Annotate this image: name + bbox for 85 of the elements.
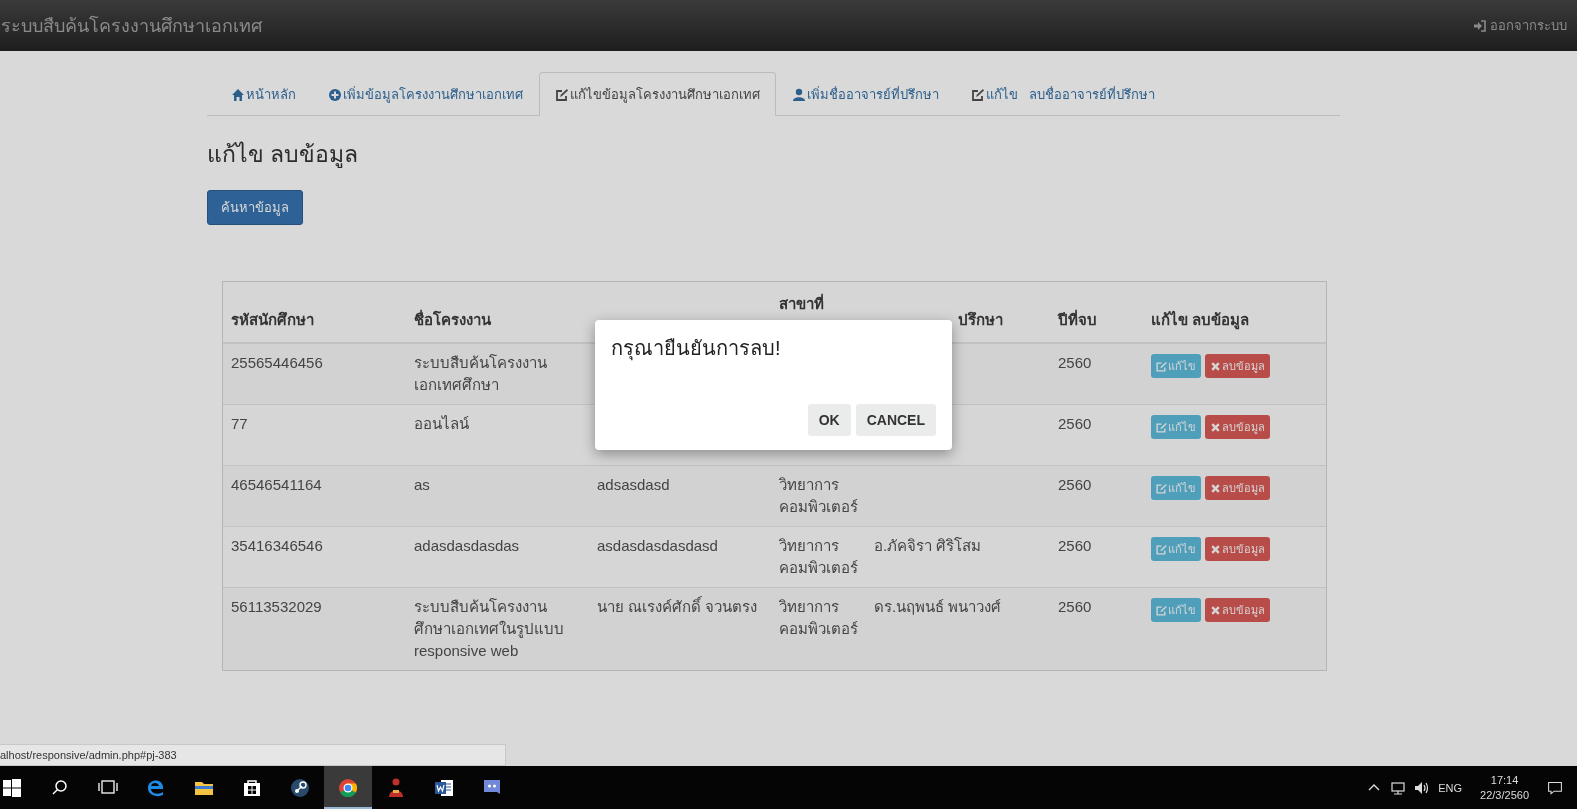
browser-e-icon — [147, 780, 163, 796]
chat-bubble-icon — [484, 779, 500, 794]
edit-button[interactable]: แก้ไข — [1151, 537, 1201, 561]
table-cell-text: 2560 — [1058, 536, 1093, 556]
table-cell-text: 46546541164 — [231, 475, 323, 495]
nav-tab[interactable]: แก้ไข ลบชื่ออาจารย์ที่ปรึกษา — [955, 72, 1171, 116]
table-cell-text: อ.ภัคจิรา ศิริโสม — [874, 536, 983, 556]
notification-icon[interactable] — [1547, 779, 1563, 796]
logout-link[interactable]: ออกจากระบบ — [1473, 15, 1567, 36]
taskbar-app[interactable] — [324, 766, 372, 809]
edit-icon — [1156, 604, 1167, 616]
table-cell-text: 56113532029 — [231, 597, 323, 617]
delete-button[interactable]: ลบข้อมูล — [1205, 415, 1270, 439]
edit-button[interactable]: แก้ไข — [1151, 476, 1201, 500]
table-cell-text: as — [414, 475, 431, 495]
table-cell-text: วิทยาการ คอมพิวเตอร์ — [779, 536, 859, 578]
search-button[interactable]: ค้นหาข้อมูล — [207, 190, 303, 225]
column-header: รหัสนักศึกษา — [231, 310, 314, 330]
table-cell-text: adasdasdasdas — [414, 536, 521, 556]
edit-icon — [555, 87, 569, 102]
edit-icon — [1156, 421, 1167, 433]
delete-button[interactable]: ลบข้อมูล — [1205, 354, 1270, 378]
nav-tab[interactable]: แก้ไขข้อมูลโครงงานศึกษาเอกเทศ — [539, 72, 776, 116]
plus-circle-icon — [328, 87, 342, 102]
close-icon — [1210, 482, 1221, 494]
delete-button[interactable]: ลบข้อมูล — [1205, 537, 1270, 561]
table-cell-text: 2560 — [1058, 597, 1093, 617]
edit-icon — [971, 87, 985, 102]
column-header: ชื่อโครงงาน — [414, 308, 491, 330]
column-header: ปีที่จบ — [1058, 308, 1097, 330]
windows-start-icon[interactable] — [2, 777, 22, 798]
network-icon[interactable] — [1390, 779, 1407, 796]
table-cell-text: 2560 — [1058, 475, 1093, 495]
nav-tab[interactable]: หน้าหลัก — [215, 72, 312, 116]
chrome-icon — [339, 778, 357, 797]
status-url: alhost/responsive/admin.php#pj-383 — [0, 744, 506, 766]
edit-button[interactable]: แก้ไข — [1151, 354, 1201, 378]
table-cell-text: ดร.นฤพนธ์ พนาวงศ์ — [874, 597, 1003, 617]
cancel-button[interactable]: CANCEL — [855, 404, 936, 436]
column-header: ปรึกษา — [957, 310, 1003, 330]
page-heading: แก้ไข ลบข้อมูล — [207, 140, 359, 170]
steam-icon — [291, 778, 309, 797]
close-icon — [1210, 543, 1221, 555]
table-cell-text: 77 — [231, 414, 249, 434]
person-figure-icon — [389, 778, 403, 797]
table-cell-text: 25565446456 — [231, 353, 324, 373]
delete-button[interactable]: ลบข้อมูล — [1205, 476, 1270, 500]
word-icon — [435, 779, 453, 796]
user-icon — [792, 87, 806, 102]
dialog-message: กรุณายืนยันการลบ! — [611, 336, 782, 363]
table-cell-text: 35416346546 — [231, 536, 324, 556]
edit-button[interactable]: แก้ไข — [1151, 598, 1201, 622]
table-cell-text: ออนไลน์ — [414, 414, 470, 434]
task-view-icon — [98, 779, 118, 794]
column-header: แก้ไข ลบข้อมูล — [1151, 309, 1250, 332]
table-cell-text: นาย ณเรงค์ศักดิ์ จวนตรง — [597, 595, 759, 617]
clock-time[interactable]: 17:14 — [1490, 772, 1519, 788]
close-icon — [1210, 421, 1221, 433]
nav-tab[interactable]: เพิ่มข้อมูลโครงงานศึกษาเอกเทศ — [312, 72, 539, 116]
table-cell-text: adsasdasd — [597, 475, 671, 495]
sign-in-arrow-icon — [1473, 18, 1487, 33]
delete-button[interactable]: ลบข้อมูล — [1205, 598, 1270, 622]
search-icon — [52, 779, 67, 795]
table-cell-text: ระบบสืบค้นโครงงาน ศึกษาเอกเทศในรูปแบบ responsive web — [414, 597, 565, 661]
table-cell-text: วิทยาการ คอมพิวเตอร์ — [779, 475, 859, 517]
table-cell-text: asdasdasdasdasd — [597, 536, 719, 556]
table-cell-text: ระบบสืบค้นโครงงาน เอกเทศศึกษา — [414, 353, 548, 395]
close-icon — [1210, 360, 1221, 372]
table-cell-text: วิทยาการ คอมพิวเตอร์ — [779, 597, 859, 639]
edit-icon — [1156, 360, 1167, 372]
edit-icon — [1156, 482, 1167, 494]
nav-tab[interactable]: เพิ่มชื่ออาจารย์ที่ปรึกษา — [776, 72, 955, 116]
edit-icon — [1156, 543, 1167, 555]
ok-button[interactable]: OK — [807, 404, 851, 436]
language-indicator[interactable]: ENG — [1438, 781, 1463, 794]
folder-icon — [195, 781, 213, 795]
clock-date[interactable]: 22/3/2560 — [1480, 787, 1529, 803]
home-icon — [231, 87, 245, 102]
column-header: สาขาที่ — [779, 292, 824, 314]
site-title[interactable]: ระบบสืบค้นโครงงานศึกษาเอกเทศ — [1, 11, 262, 40]
table-cell-text: 2560 — [1058, 414, 1093, 434]
shopping-bag-icon — [244, 779, 260, 796]
close-icon — [1210, 604, 1221, 616]
table-cell-text: 2560 — [1058, 353, 1093, 373]
edit-button[interactable]: แก้ไข — [1151, 415, 1201, 439]
